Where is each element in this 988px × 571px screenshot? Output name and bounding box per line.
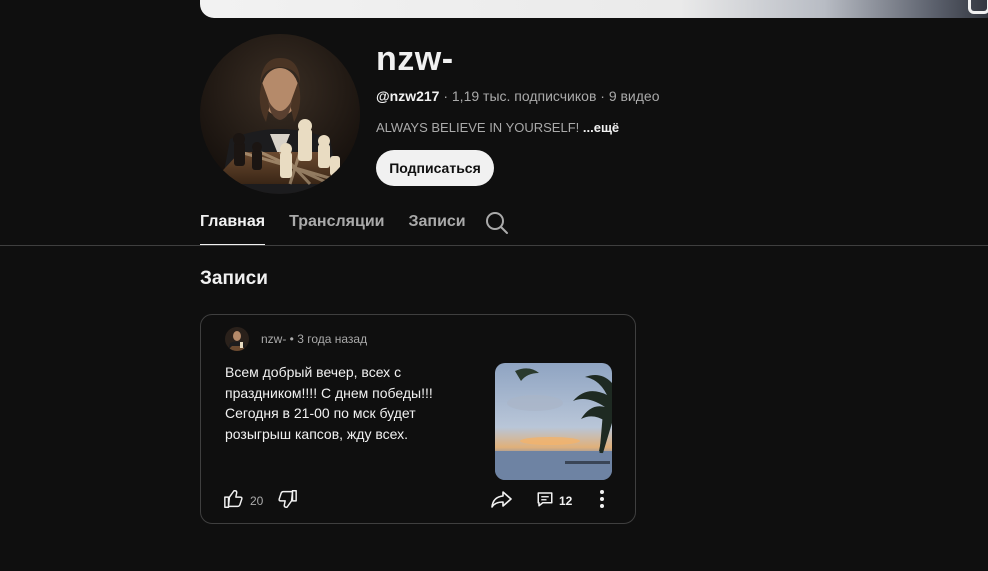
community-post: nzw- • 3 года назад Всем добрый вечер, в…	[200, 314, 636, 524]
thumbs-down-icon[interactable]	[276, 488, 298, 515]
thumbs-up-icon[interactable]	[223, 488, 245, 515]
post-image[interactable]	[495, 363, 612, 480]
channel-banner	[200, 0, 988, 18]
channel-tabs: Главная Трансляции Записи	[200, 206, 490, 246]
comment-action[interactable]: 12	[536, 488, 572, 514]
like-action[interactable]: 20	[223, 488, 263, 514]
channel-stats: · 1,19 тыс. подписчиков · 9 видео	[439, 88, 660, 104]
like-count: 20	[250, 494, 264, 508]
post-author[interactable]: nzw-	[261, 332, 286, 346]
post-header: nzw- • 3 года назад	[261, 332, 367, 346]
comment-count: 12	[559, 494, 573, 508]
post-time[interactable]: • 3 года назад	[286, 332, 367, 346]
channel-avatar[interactable]	[200, 34, 360, 194]
subscribe-button[interactable]: Подписаться	[376, 150, 494, 186]
more-link[interactable]: ...ещё	[583, 120, 619, 135]
more-vert-icon[interactable]	[593, 489, 611, 514]
description-text: ALWAYS BELIEVE IN YOURSELF!	[376, 120, 580, 135]
banner-logo-icon	[968, 0, 988, 14]
post-author-avatar[interactable]	[225, 327, 249, 351]
tab-posts[interactable]: Записи	[408, 206, 465, 246]
channel-title: nzw-	[376, 40, 454, 78]
channel-handle: @nzw217	[376, 88, 440, 104]
share-action[interactable]	[489, 488, 513, 514]
tabs-divider	[0, 245, 988, 246]
channel-meta: @nzw217 · 1,19 тыс. подписчиков · 9 виде…	[376, 88, 660, 104]
tab-home[interactable]: Главная	[200, 206, 266, 246]
search-icon[interactable]	[484, 210, 510, 236]
channel-page: nzw- @nzw217 · 1,19 тыс. подписчиков · 9…	[0, 0, 988, 571]
channel-description[interactable]: ALWAYS BELIEVE IN YOURSELF! ...ещё	[376, 120, 619, 135]
comment-icon[interactable]	[536, 490, 554, 513]
more-action[interactable]	[593, 488, 611, 514]
dislike-action[interactable]	[276, 488, 298, 514]
share-icon[interactable]	[489, 487, 513, 516]
tab-live[interactable]: Трансляции	[289, 206, 384, 246]
section-title: Записи	[200, 268, 268, 289]
post-text: Всем добрый вечер, всех с праздником!!!!…	[225, 364, 433, 442]
